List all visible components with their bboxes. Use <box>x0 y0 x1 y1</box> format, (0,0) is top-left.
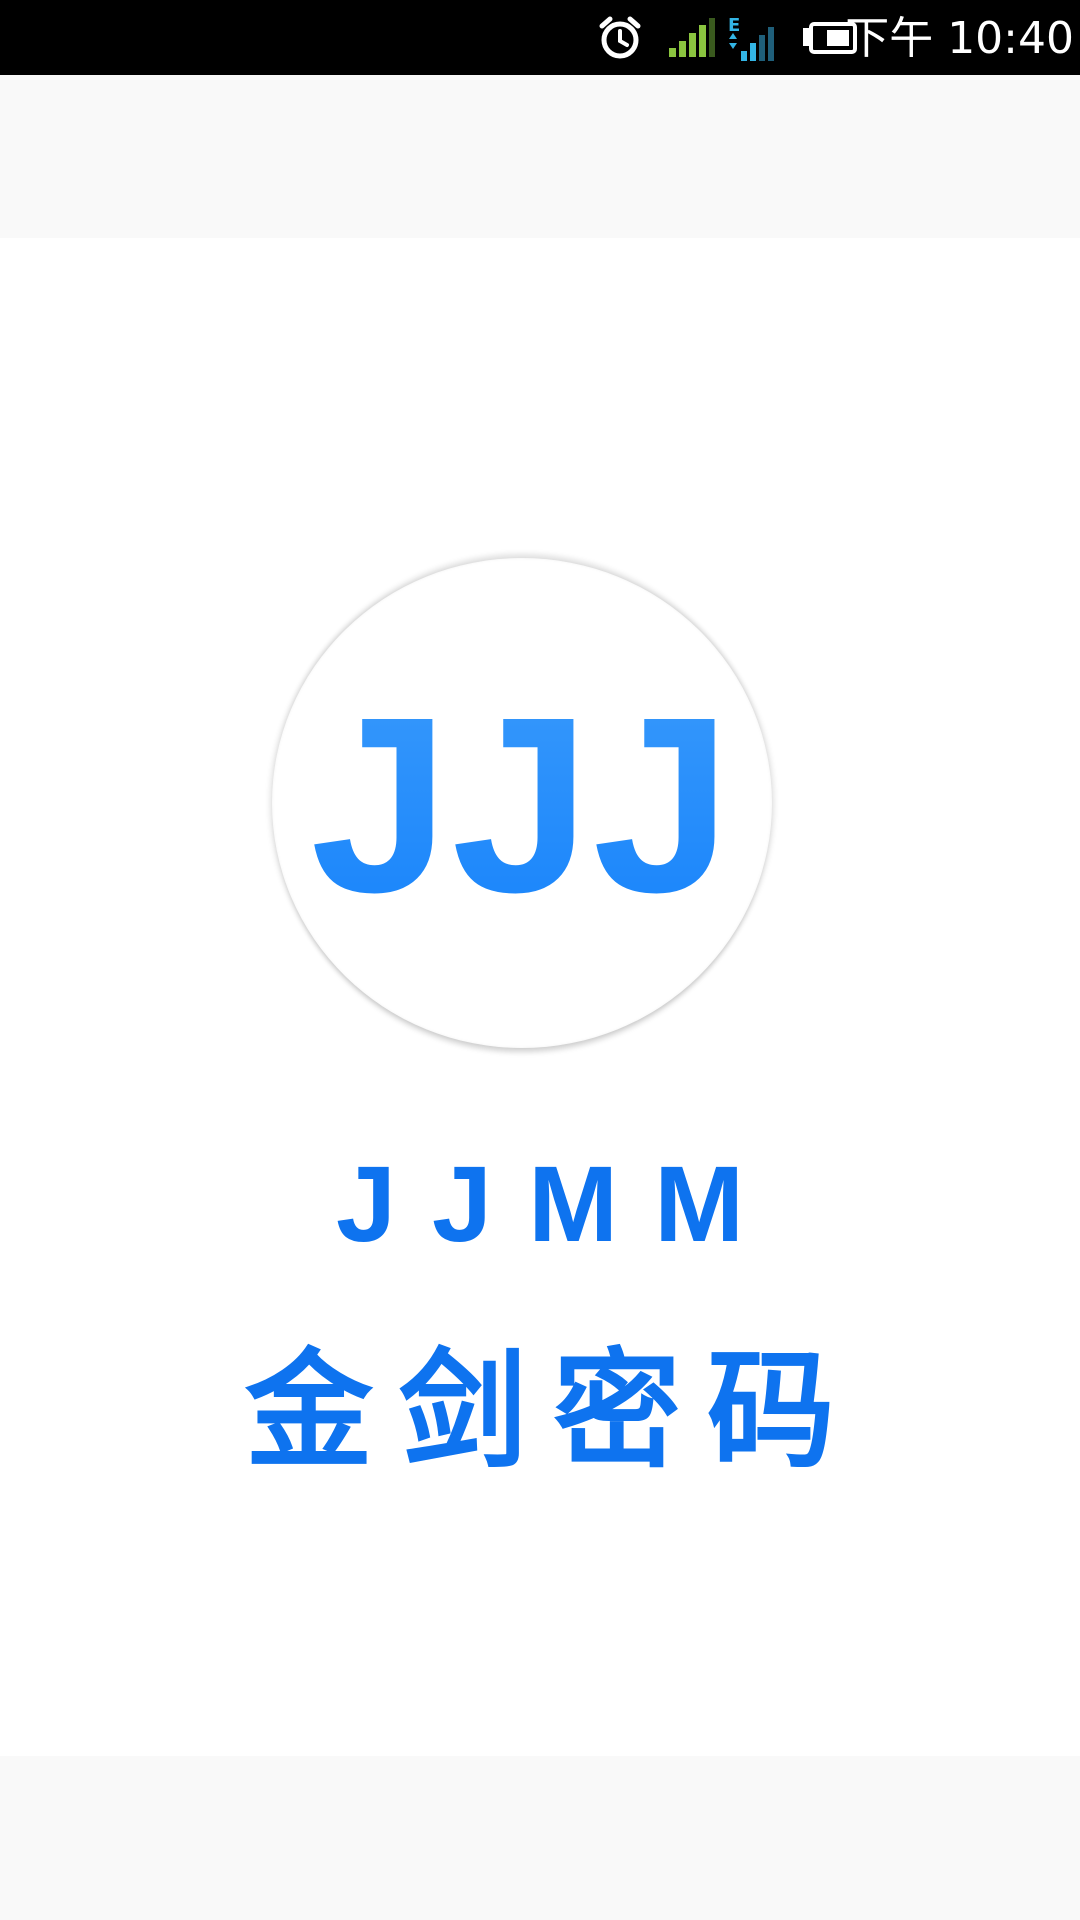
status-time: 下午 10:40 <box>845 13 1074 64</box>
status-bar: E 下午 10:40 <box>0 0 1080 75</box>
brand-name-latin: JJMM <box>335 1143 781 1264</box>
app-logo-text: JJJ <box>272 558 772 1048</box>
brand-name-chinese: 金剑密码 <box>244 1337 861 1486</box>
app-screen: E 下午 10:40 JJJ JJMM 金剑密码 <box>0 0 1080 1920</box>
svg-text:E: E <box>728 15 740 36</box>
alarm-icon <box>590 0 650 75</box>
app-logo: JJJ <box>272 558 772 1048</box>
splash-panel: JJJ JJMM 金剑密码 <box>0 238 1080 1756</box>
bottom-band <box>0 1756 1080 1920</box>
mobile-data-signal-icon: E <box>722 0 784 75</box>
signal-strength-icon <box>665 0 717 75</box>
top-band <box>0 75 1080 238</box>
